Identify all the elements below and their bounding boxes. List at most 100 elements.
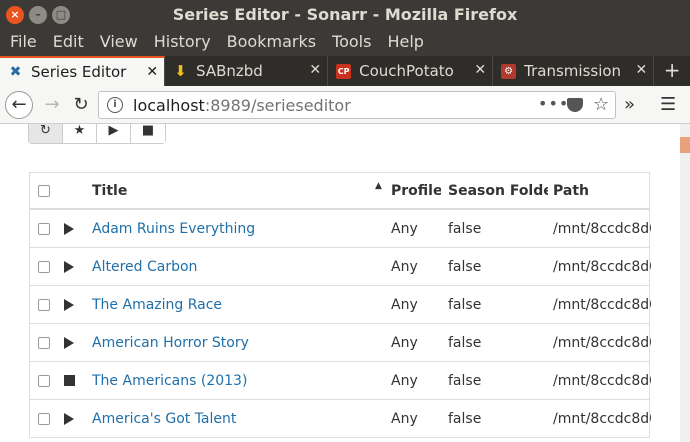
row-checkbox[interactable] [38,248,52,285]
header-season-folder[interactable]: Season Folder [448,173,548,208]
overflow-chevron-icon[interactable]: » [624,91,635,119]
page-scrollbar[interactable] [680,124,690,442]
table-row[interactable]: America's Got Talent Any false/mnt/8ccdc8d… [30,400,651,438]
season-folder-cell: false [448,372,482,389]
profile-cell: Any [391,410,418,427]
profile-cell: Any [391,372,418,389]
status-cell [64,248,80,285]
status-cell [64,324,80,361]
pocket-icon[interactable] [567,98,583,112]
tab-couchpotato[interactable]: CP CouchPotato ✕ [328,56,494,86]
new-tab-button[interactable]: + [654,56,690,86]
scrollbar-thumb[interactable] [680,137,690,153]
table-row[interactable]: Altered Carbon Any false/mnt/8ccdc8d0- [30,248,651,286]
transmission-icon: ⚙ [501,63,517,79]
series-toolbar: ↻ ★ ▶ ■ [28,124,166,144]
header-title[interactable]: Title [92,173,382,208]
status-cell [64,286,80,323]
url-text[interactable]: localhost:8989/serieseditor [133,96,351,115]
series-table: Title ▲ Profile Season Folder Path Adam … [29,172,651,438]
row-checkbox[interactable] [38,400,52,437]
series-title-cell: America's Got Talent [92,400,382,437]
status-cell [64,210,80,247]
page-content: ↻ ★ ▶ ■ Title ▲ Profile Season Folder Pa… [0,124,690,442]
reload-button[interactable]: ↻ [69,91,93,119]
profile-cell: Any [391,258,418,275]
stop-toolbar-button[interactable]: ■ [131,124,165,143]
series-title-cell: Altered Carbon [92,248,382,285]
table-row[interactable]: Adam Ruins Everything Any false/mnt/8ccdc8… [30,210,651,248]
tab-label: CouchPotato [359,62,454,80]
bookmark-toolbar-button[interactable]: ★ [63,124,97,143]
status-cell [64,362,80,399]
ended-status-icon [64,375,75,386]
season-folder-cell: false [448,258,482,275]
continuing-status-icon [64,412,74,425]
series-title-link[interactable]: America's Got Talent [92,411,236,427]
window-titlebar: × – □ Series Editor - Sonarr - Mozilla F… [0,0,690,30]
row-checkbox[interactable] [38,210,52,247]
header-path[interactable]: Path [553,173,651,208]
hamburger-menu-icon[interactable]: ☰ [660,91,676,119]
menu-tools[interactable]: Tools [332,30,371,56]
tab-series-editor[interactable]: ✖ Series Editor ✕ [0,56,166,86]
menu-history[interactable]: History [154,30,211,56]
tab-sabnzbd[interactable]: ⬇ SABnzbd ✕ [165,56,329,86]
address-bar[interactable]: i localhost:8989/serieseditor ••• ☆ [98,91,616,119]
path-cell: /mnt/8ccdc8d0- [553,410,651,427]
status-cell [64,400,80,437]
tab-label: Transmission [524,62,622,80]
sonarr-icon: ✖ [9,63,22,80]
tab-label: SABnzbd [196,62,263,80]
close-tab-icon[interactable]: ✕ [309,62,321,78]
profile-cell: Any [391,334,418,351]
close-tab-icon[interactable]: ✕ [635,62,647,78]
series-title-cell: The Amazing Race [92,286,382,323]
bookmark-star-icon[interactable]: ☆ [593,94,609,115]
continuing-status-icon [64,298,74,311]
refresh-toolbar-button[interactable]: ↻ [29,124,63,143]
select-all-checkbox[interactable] [38,173,52,208]
profile-cell: Any [391,220,418,237]
sort-ascending-icon: ▲ [375,181,382,191]
row-checkbox[interactable] [38,324,52,361]
close-tab-icon[interactable]: ✕ [474,62,486,78]
site-info-icon[interactable]: i [107,97,123,113]
close-tab-icon[interactable]: ✕ [146,64,158,80]
play-toolbar-button[interactable]: ▶ [97,124,131,143]
continuing-status-icon [64,260,74,273]
page-actions-icon[interactable]: ••• [538,94,569,113]
series-title-link[interactable]: American Horror Story [92,335,249,351]
back-button[interactable]: ← [5,91,33,119]
download-arrow-icon: ⬇ [174,61,187,80]
table-row[interactable]: The Americans (2013) Any false/mnt/8ccdc8d… [30,362,651,400]
path-cell: /mnt/8ccdc8d0- [553,258,651,275]
tab-transmission[interactable]: ⚙ Transmission ✕ [493,56,655,86]
series-title-link[interactable]: The Amazing Race [92,297,222,313]
row-checkbox[interactable] [38,286,52,323]
season-folder-cell: false [448,410,482,427]
menu-file[interactable]: File [10,30,37,56]
path-cell: /mnt/8ccdc8d0- [553,372,651,389]
menu-help[interactable]: Help [387,30,423,56]
path-cell: /mnt/8ccdc8d0- [553,220,651,237]
menu-view[interactable]: View [100,30,138,56]
continuing-status-icon [64,222,74,235]
series-title-link[interactable]: The Americans (2013) [92,373,247,389]
menu-bookmarks[interactable]: Bookmarks [227,30,316,56]
menu-edit[interactable]: Edit [53,30,84,56]
row-checkbox[interactable] [38,362,52,399]
url-host: localhost [133,96,205,115]
table-row[interactable]: The Amazing Race Any false/mnt/8ccdc8d0- [30,286,651,324]
forward-button[interactable]: → [40,91,64,119]
path-cell: /mnt/8ccdc8d0- [553,296,651,313]
table-row[interactable]: American Horror Story Any false/mnt/8ccdc8… [30,324,651,362]
menu-bar: File Edit View History Bookmarks Tools H… [0,30,690,56]
path-cell: /mnt/8ccdc8d0- [553,334,651,351]
series-title-link[interactable]: Altered Carbon [92,259,197,275]
series-title-link[interactable]: Adam Ruins Everything [92,221,255,237]
continuing-status-icon [64,336,74,349]
series-title-cell: Adam Ruins Everything [92,210,382,247]
header-profile[interactable]: Profile [391,173,441,208]
tab-label: Series Editor [31,63,127,81]
